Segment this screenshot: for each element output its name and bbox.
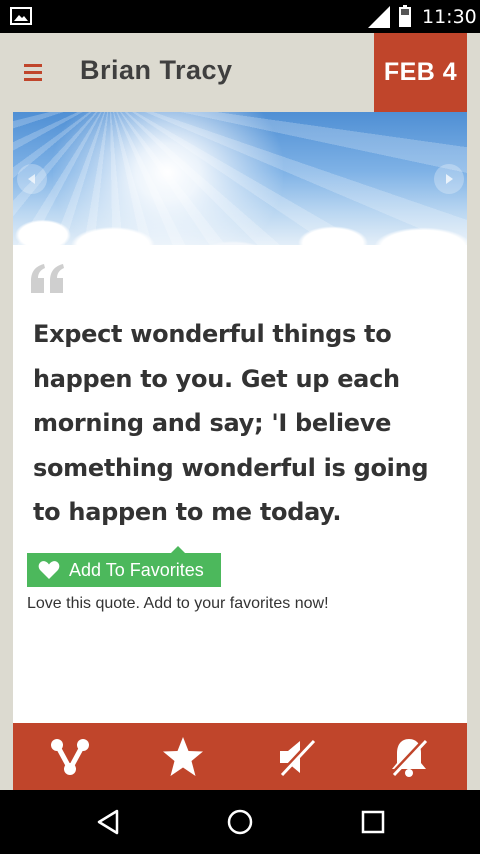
page-title: Brian Tracy [80,55,233,85]
add-to-favorites-button[interactable]: Add To Favorites [27,546,221,587]
home-circle-icon[interactable] [225,807,255,837]
quote-text: Expect wonderful things to happen to you… [33,320,429,526]
battery-icon [399,5,411,27]
favorites-prompt: Love this quote. Add to your favorites n… [27,595,329,612]
recents-square-icon[interactable] [358,807,388,837]
status-time: 11:30 [422,6,477,28]
hero-image [13,112,467,245]
back-triangle-icon[interactable] [93,807,123,837]
app-screen: Brian Tracy FEB 4 Expect wonderful thing… [0,33,480,790]
signal-icon [368,6,390,28]
quote-card: Expect wonderful things to happen to you… [13,112,467,723]
app-header: Brian Tracy FEB 4 [0,33,480,112]
image-notification-icon [10,7,32,25]
add-to-favorites-label: Add To Favorites [69,559,204,580]
chevron-right-icon[interactable] [434,164,464,194]
hamburger-menu-icon[interactable] [24,64,44,82]
star-icon[interactable] [160,735,206,779]
heart-icon [38,561,60,579]
share-icon[interactable] [47,735,93,779]
notifications-off-icon[interactable] [386,735,432,779]
status-bar: 11:30 [0,0,480,33]
chevron-left-icon[interactable] [17,164,47,194]
open-quote-icon [31,264,64,293]
bottom-toolbar [13,723,467,790]
date-badge[interactable]: FEB 4 [374,33,467,112]
sound-off-icon[interactable] [274,735,320,779]
system-nav-bar [0,790,480,854]
